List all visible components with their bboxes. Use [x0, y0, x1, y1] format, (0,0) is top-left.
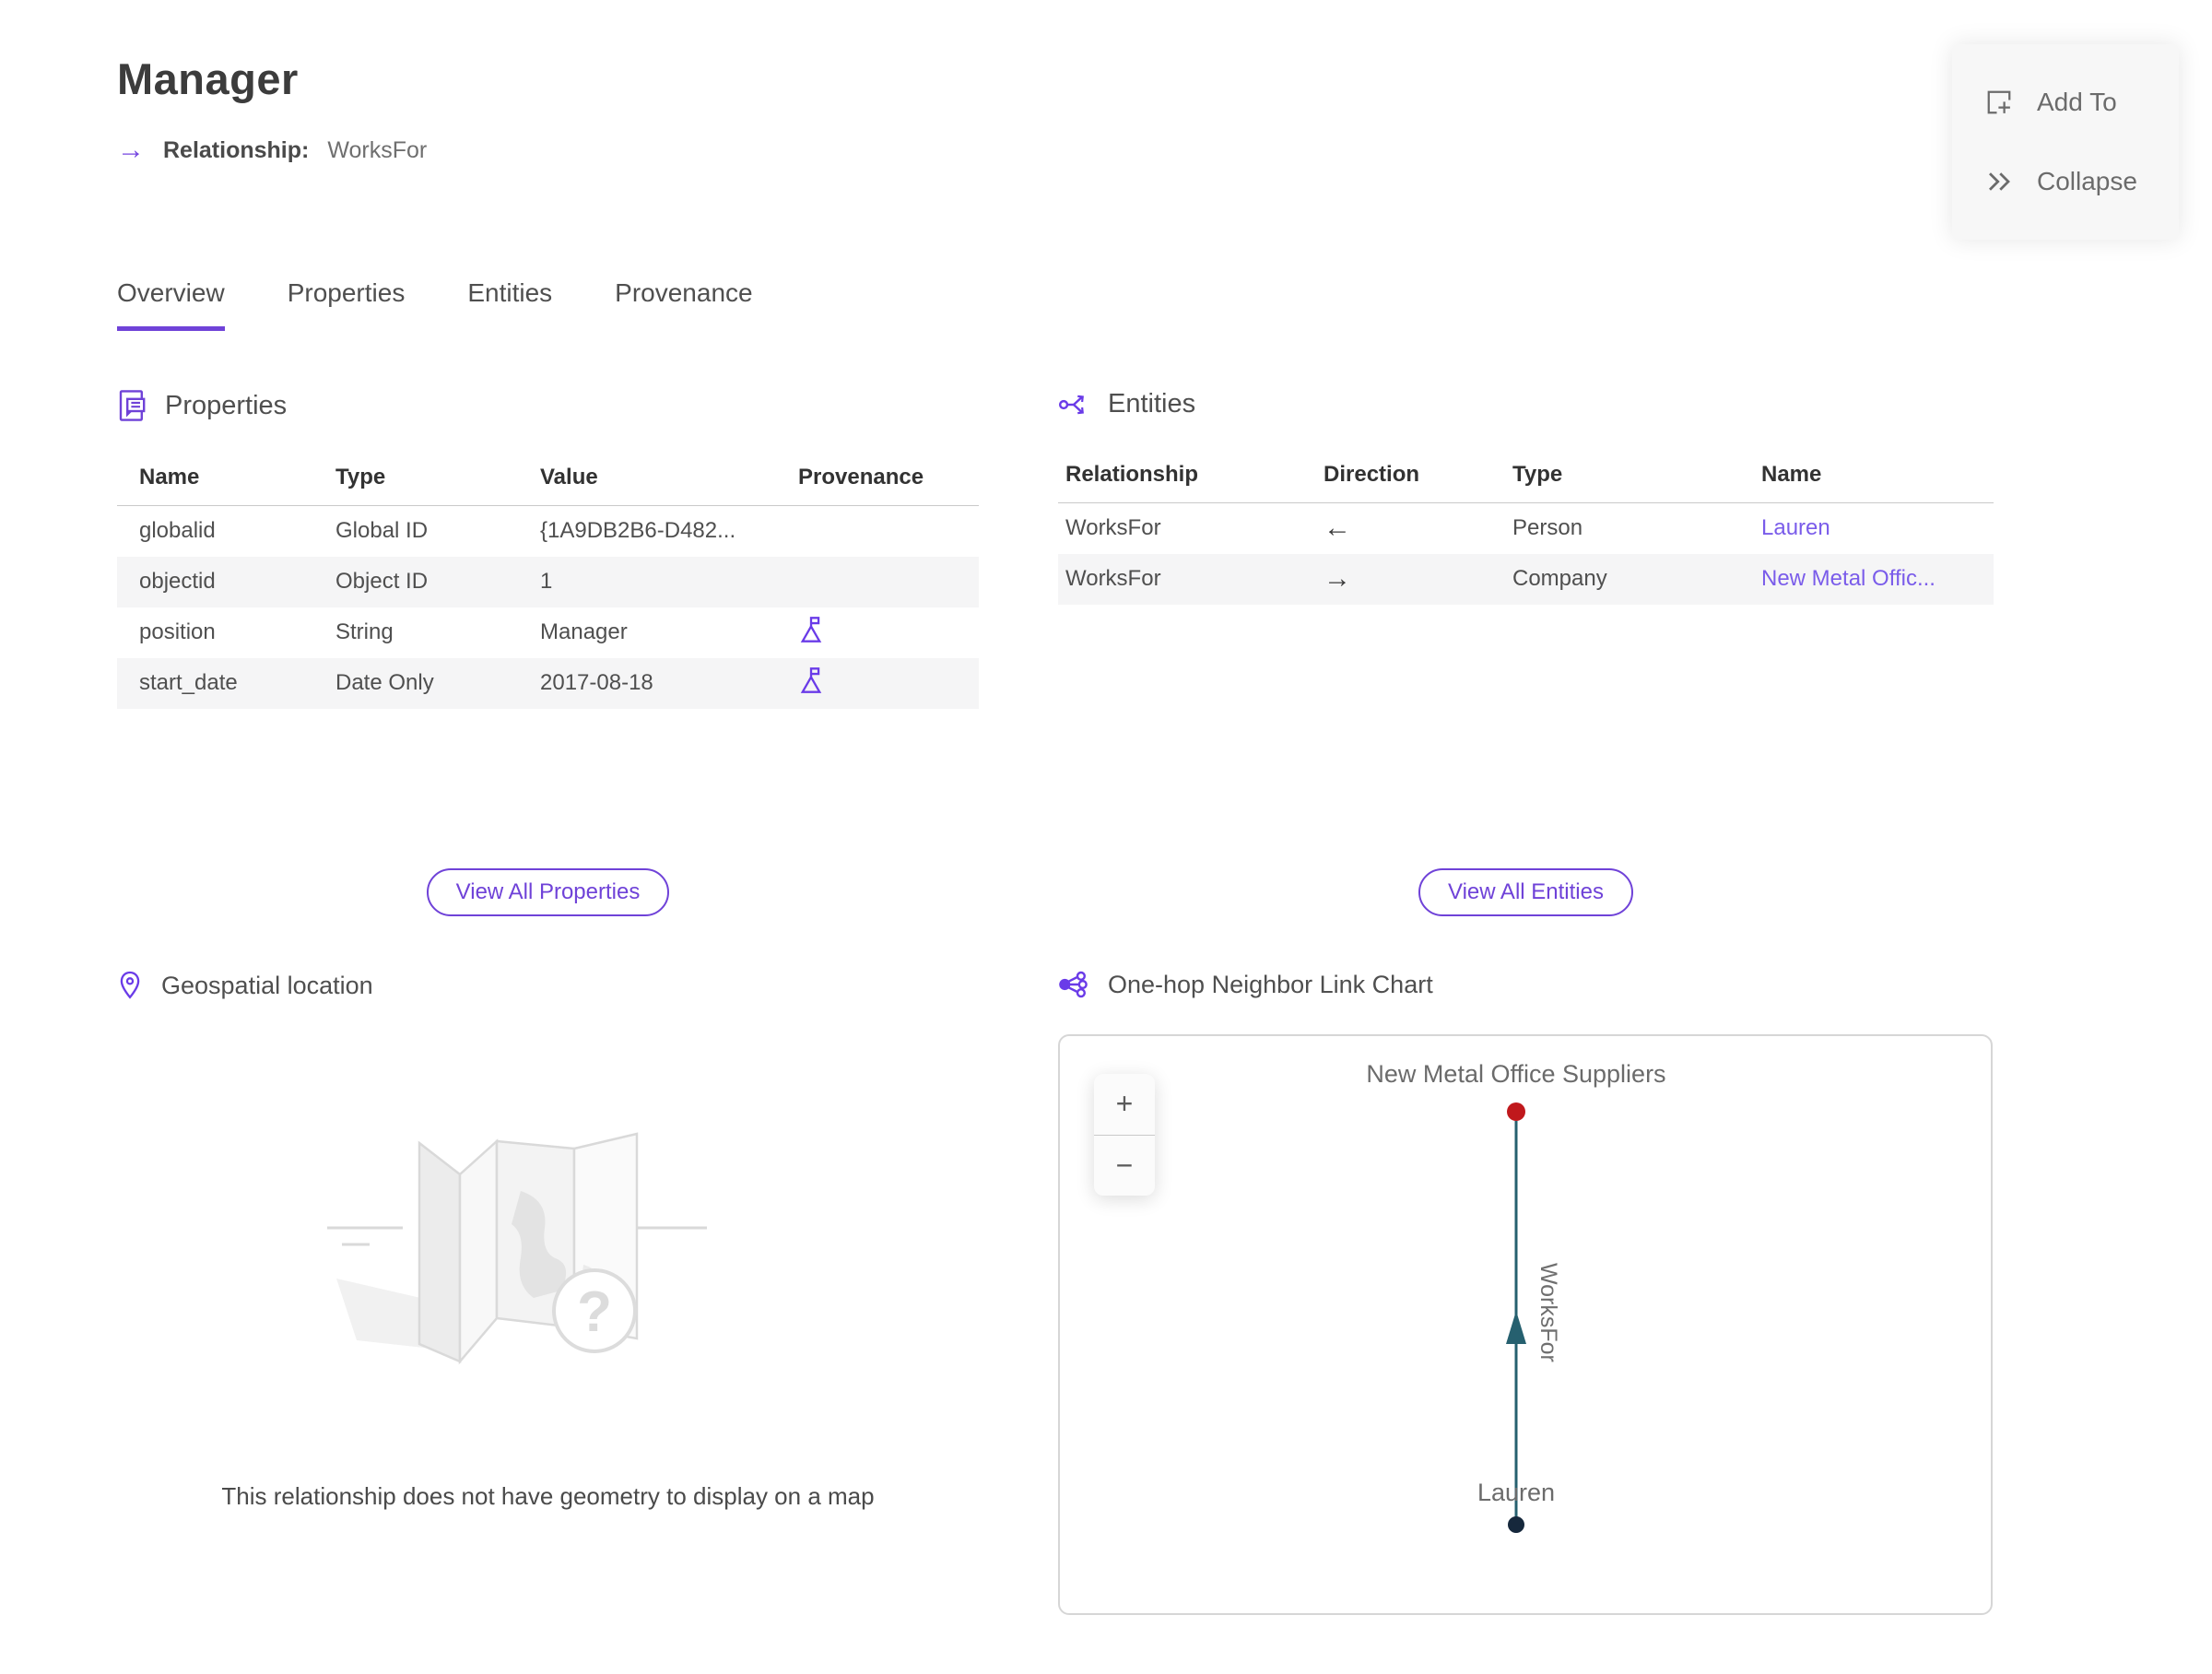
prop-type: String [335, 619, 394, 644]
properties-section-header: Properties [117, 389, 979, 422]
table-row: WorksFor ← Person Lauren [1058, 503, 1994, 554]
entity-name-link[interactable]: New Metal Offic... [1761, 566, 1936, 591]
view-all-entities-button[interactable]: View All Entities [1418, 868, 1633, 916]
relationship-detail-page: Manager → Relationship: WorksFor Add To … [0, 0, 2212, 1674]
prop-value: {1A9DB2B6-D482... [540, 518, 736, 544]
tab-provenance[interactable]: Provenance [615, 278, 752, 331]
zoom-in-button[interactable]: + [1094, 1074, 1155, 1135]
entities-table: Relationship Direction Type Name WorksFo… [1058, 451, 1994, 605]
zoom-control: + − [1094, 1074, 1155, 1196]
entities-header-row: Relationship Direction Type Name [1058, 451, 1994, 503]
node-label: Lauren [1477, 1479, 1555, 1506]
collapse-icon [1989, 172, 2010, 191]
entity-relationship: WorksFor [1065, 566, 1161, 591]
properties-header-row: Name Type Value Provenance [117, 454, 979, 506]
table-row: position String Manager [117, 607, 979, 658]
prop-provenance [776, 506, 979, 557]
entity-name-link[interactable]: Lauren [1761, 515, 1830, 540]
zoom-out-button[interactable]: − [1094, 1134, 1155, 1197]
prop-provenance [776, 607, 979, 658]
properties-table: Name Type Value Provenance globalid Glob… [117, 454, 979, 709]
tab-bar: Overview Properties Entities Provenance [117, 278, 753, 331]
edge-label: WorksFor [1535, 1263, 1561, 1362]
table-row: globalid Global ID {1A9DB2B6-D482... [117, 506, 979, 557]
geospatial-empty-message: This relationship does not have geometry… [221, 1482, 875, 1510]
view-all-properties-button[interactable]: View All Properties [426, 868, 670, 916]
add-to-button[interactable]: Add To [1952, 88, 2179, 117]
entity-relationship: WorksFor [1065, 515, 1161, 541]
table-row: WorksFor → Company New Metal Offic... [1058, 553, 1994, 605]
prop-type: Object ID [335, 569, 429, 594]
person-node[interactable] [1508, 1516, 1524, 1533]
company-node[interactable] [1507, 1102, 1525, 1121]
link-chart-canvas[interactable]: WorksFor New Metal Office Suppliers Laur… [1058, 1034, 1993, 1615]
svg-text:?: ? [577, 1280, 612, 1344]
actions-panel: Add To Collapse [1952, 44, 2179, 240]
tab-entities[interactable]: Entities [467, 278, 552, 331]
col-type: Type [1505, 451, 1754, 503]
view-all-entities-wrap: View All Entities [1058, 868, 1994, 916]
direction-arrow-icon: → [1324, 563, 1351, 594]
prop-type: Global ID [335, 518, 429, 544]
geospatial-panel: Geospatial location ? This relationship … [117, 970, 979, 1511]
col-value: Value [518, 454, 776, 506]
prop-name: position [139, 619, 216, 644]
relationship-arrow-icon: → [117, 135, 145, 165]
entity-type: Person [1512, 515, 1583, 541]
col-name: Name [117, 454, 313, 506]
collapse-button[interactable]: Collapse [1952, 167, 2179, 196]
entities-section-title: Entities [1108, 389, 1196, 418]
entity-type: Company [1512, 566, 1607, 591]
prop-name: objectid [139, 569, 216, 594]
link-chart-panel: One-hop Neighbor Link Chart WorksFor New… [1058, 970, 1994, 1615]
tab-overview[interactable]: Overview [117, 278, 225, 331]
subtitle-label: Relationship: [163, 136, 310, 163]
col-name: Name [1754, 451, 1994, 503]
entities-panel: Entities Relationship Direction Type Nam… [1058, 389, 1994, 605]
table-row: objectid Object ID 1 [117, 556, 979, 607]
add-to-label: Add To [2037, 88, 2117, 116]
properties-icon [119, 390, 146, 421]
map-placeholder-illustration: ? [326, 1132, 707, 1365]
col-type: Type [313, 454, 518, 506]
view-all-properties-wrap: View All Properties [117, 868, 979, 916]
col-relationship: Relationship [1058, 451, 1316, 503]
direction-arrow-icon: ← [1324, 513, 1351, 544]
provenance-flag-icon[interactable] [798, 616, 824, 643]
entities-icon [1058, 395, 1084, 414]
add-to-icon [1987, 90, 2011, 114]
col-provenance: Provenance [776, 454, 979, 506]
prop-provenance [776, 557, 979, 607]
subtitle-value: WorksFor [327, 136, 428, 163]
one-hop-link-chart-icon [1059, 971, 1088, 998]
prop-value: 2017-08-18 [540, 670, 653, 695]
prop-value: Manager [540, 619, 628, 644]
geospatial-section-title: Geospatial location [161, 971, 373, 999]
link-chart-section-header: One-hop Neighbor Link Chart [1058, 970, 1994, 999]
properties-panel: Properties Name Type Value Provenance gl… [117, 389, 979, 709]
node-label: New Metal Office Suppliers [1366, 1060, 1665, 1088]
collapse-label: Collapse [2037, 167, 2137, 195]
prop-name: globalid [139, 518, 216, 544]
edge-arrow-icon [1506, 1311, 1526, 1344]
tab-properties[interactable]: Properties [288, 278, 406, 331]
link-chart-section-title: One-hop Neighbor Link Chart [1108, 970, 1433, 998]
properties-section-title: Properties [165, 390, 288, 420]
prop-value: 1 [540, 569, 553, 594]
col-direction: Direction [1316, 451, 1505, 503]
prop-type: Date Only [335, 670, 434, 695]
table-row: start_date Date Only 2017-08-18 [117, 657, 979, 709]
entities-section-header: Entities [1058, 389, 1994, 419]
prop-name: start_date [139, 670, 238, 695]
provenance-flag-icon[interactable] [798, 666, 824, 694]
prop-provenance [776, 658, 979, 709]
relationship-breadcrumb: → Relationship: WorksFor [117, 136, 427, 164]
geospatial-section-header: Geospatial location [117, 970, 979, 1001]
page-title: Manager [117, 54, 299, 103]
map-pin-icon [120, 971, 140, 999]
